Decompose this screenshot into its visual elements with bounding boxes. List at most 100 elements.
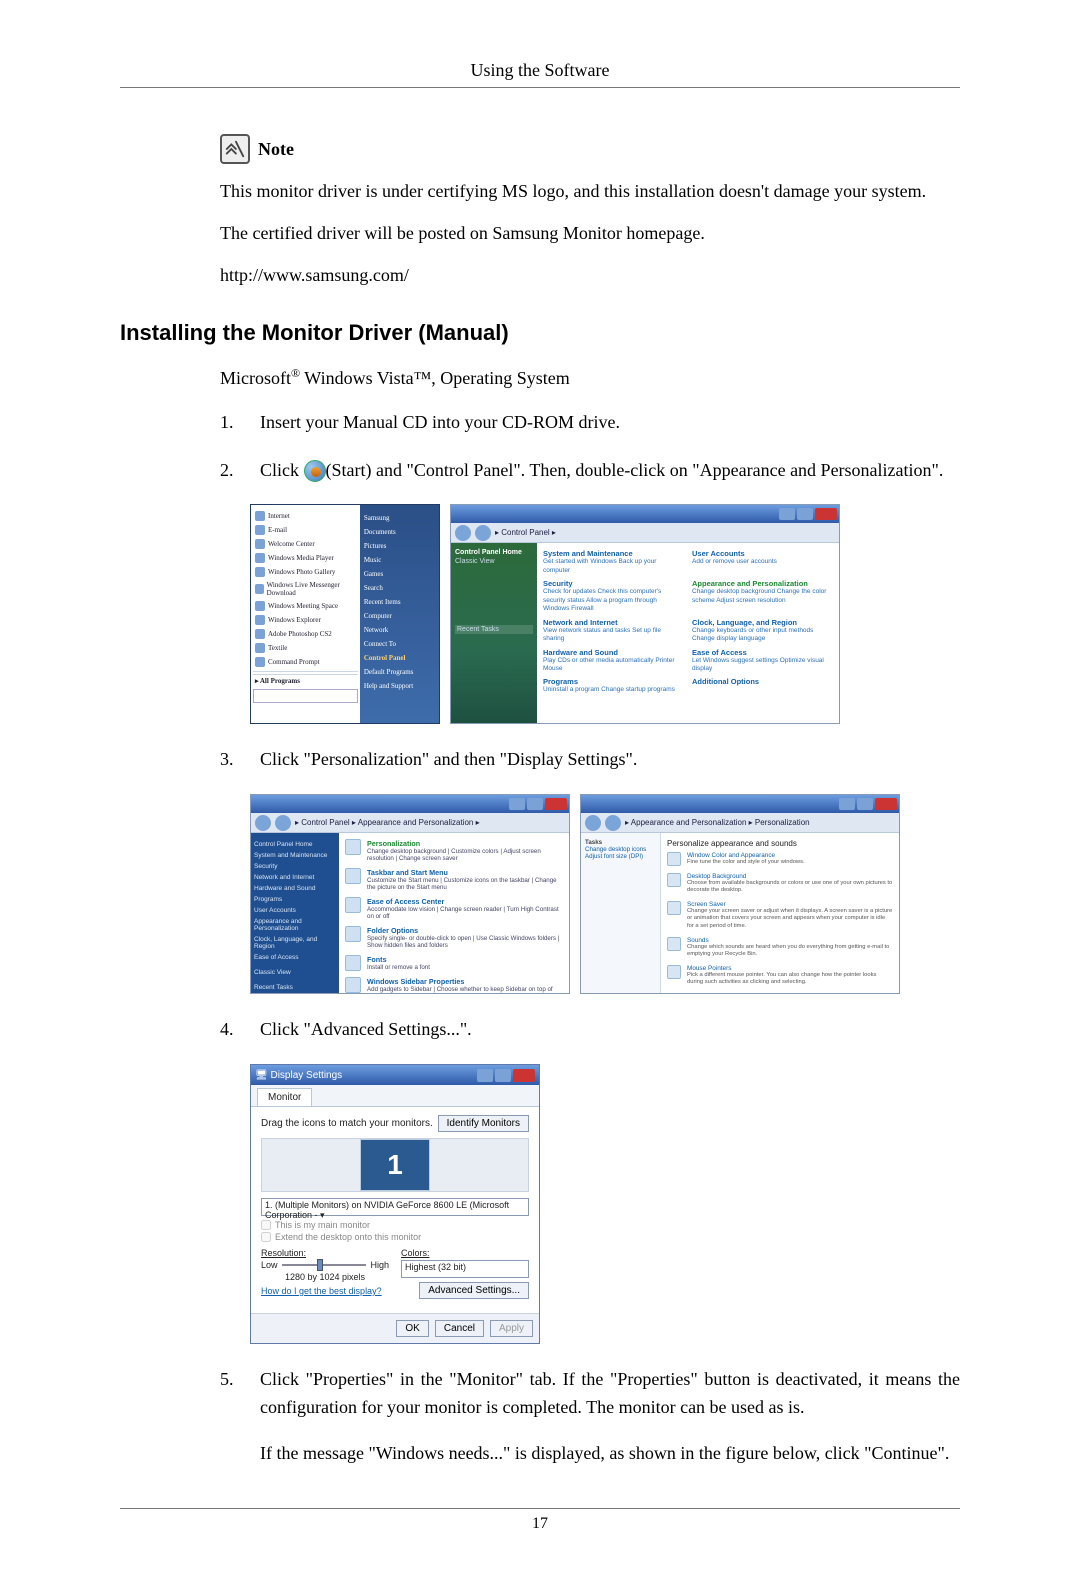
start-menu-right-item[interactable]: Pictures bbox=[364, 539, 435, 553]
control-panel-category[interactable]: Ease of AccessLet Windows suggest settin… bbox=[692, 648, 833, 674]
sidebar-item[interactable]: User Accounts bbox=[254, 905, 336, 916]
step-2: Click (Start) and "Control Panel". Then,… bbox=[260, 457, 960, 485]
step-5: Click "Properties" in the "Monitor" tab.… bbox=[260, 1366, 960, 1468]
tasks-link[interactable]: Adjust font size (DPI) bbox=[585, 853, 656, 860]
sidebar-item[interactable]: Clock, Language, and Region bbox=[254, 934, 336, 952]
page-header: Using the Software bbox=[120, 0, 960, 88]
resolution-value: 1280 by 1024 pixels bbox=[261, 1272, 389, 1282]
start-menu-item[interactable]: Windows Photo Gallery bbox=[253, 565, 358, 579]
sidebar-item[interactable]: Recent Tasks bbox=[254, 982, 336, 993]
start-menu-item[interactable]: Internet bbox=[253, 509, 358, 523]
start-menu-right-item[interactable]: Computer bbox=[364, 609, 435, 623]
start-menu-right-item[interactable]: Connect To bbox=[364, 637, 435, 651]
advanced-settings-button[interactable]: Advanced Settings... bbox=[419, 1282, 529, 1299]
personalization-item[interactable]: SoundsChange which sounds are heard when… bbox=[667, 937, 893, 959]
screenshot-display-settings: 🖥 Display Settings Monitor Drag the icon… bbox=[250, 1064, 540, 1344]
start-menu-item[interactable]: Windows Media Player bbox=[253, 551, 358, 565]
colors-select[interactable]: Highest (32 bit) bbox=[401, 1260, 529, 1278]
start-search-input[interactable] bbox=[253, 689, 358, 703]
sidebar-item[interactable]: Network and Internet bbox=[254, 872, 336, 883]
start-menu-item[interactable]: Adobe Photoshop CS2 bbox=[253, 627, 358, 641]
page-number: 17 bbox=[120, 1508, 960, 1573]
appearance-item[interactable]: Ease of Access CenterAccommodate low vis… bbox=[345, 897, 563, 920]
start-menu-right-item[interactable]: Control Panel bbox=[364, 651, 435, 665]
personalization-item[interactable]: Mouse PointersPick a different mouse poi… bbox=[667, 965, 893, 987]
all-programs[interactable]: ▸ All Programs bbox=[253, 674, 358, 687]
screenshot-row-1: InternetE-mailWelcome CenterWindows Medi… bbox=[250, 504, 960, 724]
identify-monitors-button[interactable]: Identify Monitors bbox=[438, 1115, 529, 1132]
start-menu-item[interactable]: Command Prompt bbox=[253, 655, 358, 669]
step-4: Click "Advanced Settings...". bbox=[260, 1016, 960, 1044]
start-menu-right-item[interactable]: Recent Items bbox=[364, 595, 435, 609]
os-line: Microsoft® Windows Vista™, Operating Sys… bbox=[220, 366, 960, 389]
start-menu-right-item[interactable]: Help and Support bbox=[364, 679, 435, 693]
step-num: 1. bbox=[220, 409, 240, 437]
sidebar-item[interactable]: Programs bbox=[254, 894, 336, 905]
start-menu-right-item[interactable]: Search bbox=[364, 581, 435, 595]
control-panel-category[interactable]: ProgramsUninstall a program Change start… bbox=[543, 677, 684, 694]
start-menu-item[interactable]: Welcome Center bbox=[253, 537, 358, 551]
appearance-item[interactable]: PersonalizationChange desktop background… bbox=[345, 839, 563, 862]
appearance-item[interactable]: Taskbar and Start MenuCustomize the Star… bbox=[345, 868, 563, 891]
main-monitor-checkbox: This is my main monitor bbox=[261, 1220, 529, 1230]
note-label: Note bbox=[258, 139, 294, 160]
colors-label: Colors: bbox=[401, 1248, 430, 1258]
control-panel-category[interactable]: Clock, Language, and RegionChange keyboa… bbox=[692, 618, 833, 644]
sidebar-item[interactable]: System and Maintenance bbox=[254, 850, 336, 861]
monitor-device-select[interactable]: 1. (Multiple Monitors) on NVIDIA GeForce… bbox=[261, 1198, 529, 1216]
control-panel-category[interactable]: Hardware and SoundPlay CDs or other medi… bbox=[543, 648, 684, 674]
screenshot-row-2: ▸ Control Panel ▸ Appearance and Persona… bbox=[250, 794, 960, 994]
note-text-1: This monitor driver is under certifying … bbox=[220, 178, 960, 206]
start-menu-right-item[interactable]: Network bbox=[364, 623, 435, 637]
control-panel-category[interactable]: Additional Options bbox=[692, 677, 833, 694]
best-display-link[interactable]: How do I get the best display? bbox=[261, 1286, 382, 1296]
tasks-link[interactable]: Change desktop icons bbox=[585, 846, 656, 853]
resolution-slider[interactable]: Low High bbox=[261, 1260, 389, 1270]
extend-desktop-checkbox: Extend the desktop onto this monitor bbox=[261, 1232, 529, 1242]
apply-button: Apply bbox=[490, 1320, 533, 1337]
control-panel-category[interactable]: User AccountsAdd or remove user accounts bbox=[692, 549, 833, 575]
personalization-item[interactable]: Screen SaverChange your screen saver or … bbox=[667, 901, 893, 931]
control-panel-category[interactable]: Network and InternetView network status … bbox=[543, 618, 684, 644]
start-menu-right-item[interactable]: Music bbox=[364, 553, 435, 567]
sidebar-item[interactable]: Hardware and Sound bbox=[254, 883, 336, 894]
personalization-item[interactable]: Window Color and AppearanceFine tune the… bbox=[667, 852, 893, 867]
screenshot-control-panel: ▸ Control Panel ▸ Control Panel Home Cla… bbox=[450, 504, 840, 724]
personalization-item[interactable]: ThemeChange the theme. Themes can change… bbox=[667, 993, 893, 994]
control-panel-category[interactable]: SecurityCheck for updates Check this com… bbox=[543, 579, 684, 613]
sidebar-item[interactable]: Control Panel Home bbox=[254, 839, 336, 850]
resolution-label: Resolution: bbox=[261, 1248, 306, 1258]
appearance-item[interactable]: FontsInstall or remove a font bbox=[345, 955, 563, 971]
start-orb-icon bbox=[304, 460, 326, 482]
monitor-layout-area[interactable]: 1 bbox=[261, 1138, 529, 1192]
appearance-item[interactable]: Folder OptionsSpecify single- or double-… bbox=[345, 926, 563, 949]
start-menu-right-item[interactable]: Games bbox=[364, 567, 435, 581]
start-menu-item[interactable]: E-mail bbox=[253, 523, 358, 537]
start-menu-item[interactable]: Windows Explorer bbox=[253, 613, 358, 627]
start-menu-right-item[interactable]: Documents bbox=[364, 525, 435, 539]
sidebar-item[interactable]: Security bbox=[254, 861, 336, 872]
cancel-button[interactable]: Cancel bbox=[435, 1320, 484, 1337]
step-3: Click "Personalization" and then "Displa… bbox=[260, 746, 960, 774]
screenshot-start-menu: InternetE-mailWelcome CenterWindows Medi… bbox=[250, 504, 440, 724]
control-panel-category[interactable]: Appearance and PersonalizationChange des… bbox=[692, 579, 833, 613]
step-num: 2. bbox=[220, 457, 240, 485]
monitor-1-icon[interactable]: 1 bbox=[360, 1139, 430, 1191]
drag-hint: Drag the icons to match your monitors. bbox=[261, 1118, 433, 1129]
start-menu-right-item[interactable]: Default Programs bbox=[364, 665, 435, 679]
start-menu-item[interactable]: Windows Meeting Space bbox=[253, 599, 358, 613]
sidebar-item[interactable]: Classic View bbox=[254, 967, 336, 978]
sidebar-item[interactable]: Ease of Access bbox=[254, 952, 336, 963]
ok-button[interactable]: OK bbox=[396, 1320, 428, 1337]
appearance-item[interactable]: Windows Sidebar PropertiesAdd gadgets to… bbox=[345, 977, 563, 993]
start-menu-item[interactable]: Windows Live Messenger Download bbox=[253, 579, 358, 599]
personalization-item[interactable]: Desktop BackgroundChoose from available … bbox=[667, 873, 893, 895]
start-menu-item[interactable]: Textile bbox=[253, 641, 358, 655]
step-num: 4. bbox=[220, 1016, 240, 1044]
tab-monitor[interactable]: Monitor bbox=[257, 1088, 312, 1106]
start-menu-right-item[interactable]: Samsung bbox=[364, 511, 435, 525]
control-panel-category[interactable]: System and MaintenanceGet started with W… bbox=[543, 549, 684, 575]
sidebar-item[interactable]: Appearance and Personalization bbox=[254, 916, 336, 934]
section-title: Installing the Monitor Driver (Manual) bbox=[120, 320, 960, 346]
note-text-2: The certified driver will be posted on S… bbox=[220, 220, 960, 248]
